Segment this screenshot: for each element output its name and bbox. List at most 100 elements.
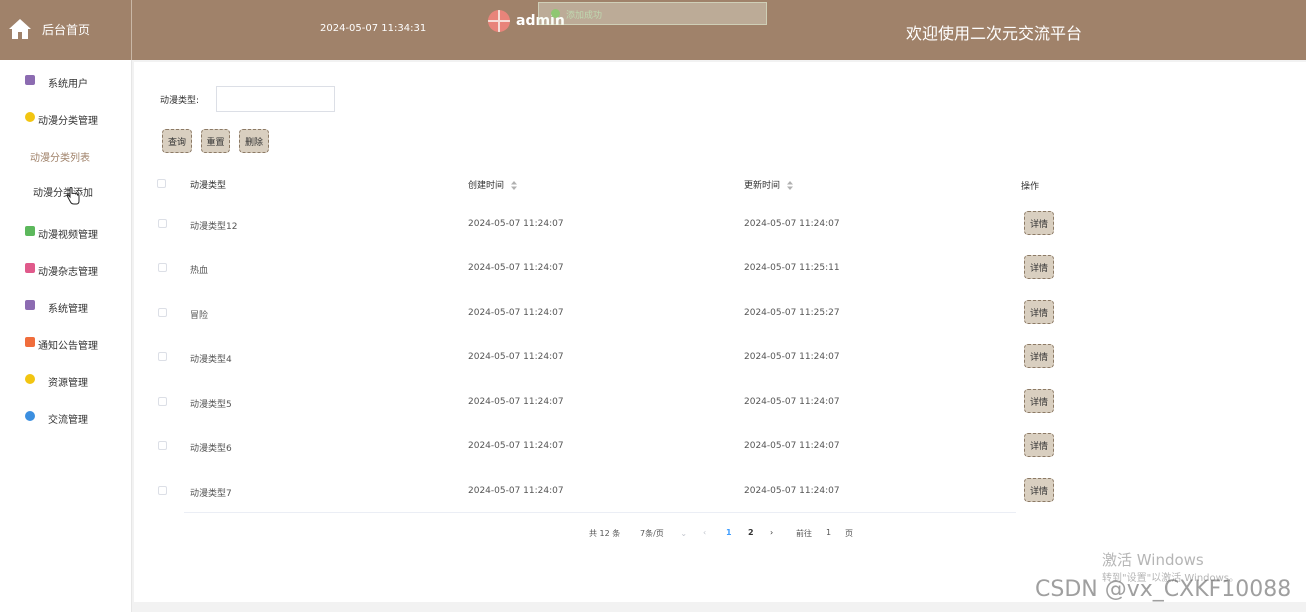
chat-icon <box>25 226 35 236</box>
cell-updated: 2024-05-07 11:24:07 <box>744 441 840 451</box>
sidebar-item-notice[interactable]: 通知公告管理 <box>0 328 132 358</box>
page-size-select[interactable]: 7条/页 ⌄ <box>640 528 687 539</box>
row-checkbox[interactable] <box>158 352 167 361</box>
hand-cursor-icon <box>66 187 80 205</box>
cell-type: 动漫类型12 <box>190 222 238 232</box>
home-label: 后台首页 <box>42 23 91 37</box>
cell-created: 2024-05-07 11:24:07 <box>468 263 564 273</box>
archive-icon <box>25 75 35 85</box>
goto-page-input[interactable]: 1 <box>826 528 831 537</box>
sidebar: 系统用户 动漫分类管理 动漫分类列表 动漫分类添加 动漫视频管理 动漫杂志管理 … <box>0 60 132 612</box>
delete-button[interactable]: 删除 <box>239 129 269 153</box>
cell-created: 2024-05-07 11:24:07 <box>468 486 564 496</box>
sidebar-subitem-category-add[interactable]: 动漫分类添加 <box>0 175 132 205</box>
goto-label: 前往 <box>796 529 812 538</box>
star-icon <box>25 411 35 421</box>
sidebar-item-anime-category[interactable]: 动漫分类管理 <box>0 103 132 133</box>
sidebar-item-system-users[interactable]: 系统用户 <box>0 66 132 96</box>
home-link[interactable]: 后台首页 <box>0 0 132 60</box>
sidebar-item-label: 资源管理 <box>48 378 88 389</box>
main-content: 动漫类型: 查询 重置 删除 动漫类型 创建时间 更新时间 操作 动漫类型12 … <box>134 62 1306 602</box>
select-all-checkbox[interactable] <box>157 179 166 188</box>
sidebar-item-label: 动漫视频管理 <box>38 230 98 241</box>
sidebar-item-exchange[interactable]: 交流管理 <box>0 402 132 432</box>
detail-button[interactable]: 详情 <box>1024 389 1054 413</box>
sort-icon[interactable] <box>786 181 793 190</box>
detail-button[interactable]: 详情 <box>1024 211 1054 235</box>
detail-button[interactable]: 详情 <box>1024 478 1054 502</box>
table-row: 动漫类型7 2024-05-07 11:24:07 2024-05-07 11:… <box>134 478 1306 530</box>
cell-created: 2024-05-07 11:24:07 <box>468 352 564 362</box>
sidebar-item-label: 动漫分类管理 <box>38 116 98 127</box>
avatar[interactable] <box>488 10 510 32</box>
sort-icon[interactable] <box>510 181 517 190</box>
detail-button[interactable]: 详情 <box>1024 433 1054 457</box>
column-header-created[interactable]: 创建时间 <box>468 178 517 191</box>
column-header-updated[interactable]: 更新时间 <box>744 178 793 191</box>
sidebar-subitem-label: 动漫分类添加 <box>33 188 93 199</box>
hexagon-icon <box>25 374 35 384</box>
sidebar-subitem-category-list[interactable]: 动漫分类列表 <box>0 140 132 170</box>
table-row: 冒险 2024-05-07 11:24:07 2024-05-07 11:25:… <box>134 300 1306 352</box>
home-icon <box>9 19 31 39</box>
cell-type: 动漫类型4 <box>190 355 232 365</box>
sidebar-item-resources[interactable]: 资源管理 <box>0 365 132 395</box>
detail-button[interactable]: 详情 <box>1024 344 1054 368</box>
cell-created: 2024-05-07 11:24:07 <box>468 441 564 451</box>
goto-suffix: 页 <box>845 529 853 538</box>
cell-updated: 2024-05-07 11:24:07 <box>744 397 840 407</box>
table-row: 动漫类型6 2024-05-07 11:24:07 2024-05-07 11:… <box>134 433 1306 485</box>
row-checkbox[interactable] <box>158 486 167 495</box>
cell-updated: 2024-05-07 11:24:07 <box>744 352 840 362</box>
row-checkbox[interactable] <box>158 441 167 450</box>
document-icon <box>25 263 35 273</box>
search-label: 动漫类型: <box>160 96 200 106</box>
welcome-title: 欢迎使用二次元交流平台 <box>906 24 1083 43</box>
table-row: 动漫类型12 2024-05-07 11:24:07 2024-05-07 11… <box>134 211 1306 263</box>
column-header-label: 创建时间 <box>468 181 505 191</box>
row-checkbox[interactable] <box>158 263 167 272</box>
cell-type: 动漫类型6 <box>190 444 232 454</box>
hexagon-icon <box>25 112 35 122</box>
success-icon <box>551 9 560 18</box>
row-checkbox[interactable] <box>158 308 167 317</box>
success-toast: 添加成功 <box>538 2 767 25</box>
anime-type-search-input[interactable] <box>216 86 335 112</box>
sidebar-item-anime-magazine[interactable]: 动漫杂志管理 <box>0 254 132 284</box>
column-header-type: 动漫类型 <box>190 181 227 191</box>
page-number-1[interactable]: 1 <box>726 528 732 537</box>
cell-updated: 2024-05-07 11:24:07 <box>744 486 840 496</box>
sidebar-subitem-label: 动漫分类列表 <box>30 153 90 164</box>
sidebar-item-anime-video[interactable]: 动漫视频管理 <box>0 217 132 247</box>
windows-activate-watermark: 激活 Windows <box>1102 551 1204 569</box>
next-page-icon[interactable]: › <box>770 528 773 537</box>
grid-icon <box>25 337 35 347</box>
chevron-down-icon: ⌄ <box>680 529 688 538</box>
current-datetime: 2024-05-07 11:34:31 <box>320 23 427 34</box>
archive-icon <box>25 300 35 310</box>
pagination-total: 共 12 条 <box>589 529 621 538</box>
detail-button[interactable]: 详情 <box>1024 300 1054 324</box>
prev-page-icon[interactable]: ‹ <box>703 528 706 537</box>
sidebar-item-system-management[interactable]: 系统管理 <box>0 291 132 321</box>
top-header: 后台首页 2024-05-07 11:34:31 admin 欢迎使用二次元交流… <box>0 0 1306 60</box>
cell-updated: 2024-05-07 11:24:07 <box>744 219 840 229</box>
cell-updated: 2024-05-07 11:25:11 <box>744 263 840 273</box>
cell-created: 2024-05-07 11:24:07 <box>468 308 564 318</box>
row-checkbox[interactable] <box>158 219 167 228</box>
sidebar-item-label: 系统用户 <box>48 79 88 90</box>
column-header-actions: 操作 <box>1021 182 1040 192</box>
cell-created: 2024-05-07 11:24:07 <box>468 397 564 407</box>
detail-button[interactable]: 详情 <box>1024 255 1054 279</box>
csdn-watermark: CSDN @vx_CXKF10088 <box>1035 577 1292 602</box>
cell-created: 2024-05-07 11:24:07 <box>468 219 564 229</box>
sidebar-item-label: 动漫杂志管理 <box>38 267 98 278</box>
sidebar-item-label: 系统管理 <box>48 304 88 315</box>
row-checkbox[interactable] <box>158 397 167 406</box>
page-number-2[interactable]: 2 <box>748 528 754 537</box>
query-button[interactable]: 查询 <box>162 129 192 153</box>
toast-message: 添加成功 <box>566 11 603 21</box>
sidebar-item-label: 通知公告管理 <box>38 341 98 352</box>
cell-type: 冒险 <box>190 311 209 321</box>
reset-button[interactable]: 重置 <box>201 129 230 153</box>
